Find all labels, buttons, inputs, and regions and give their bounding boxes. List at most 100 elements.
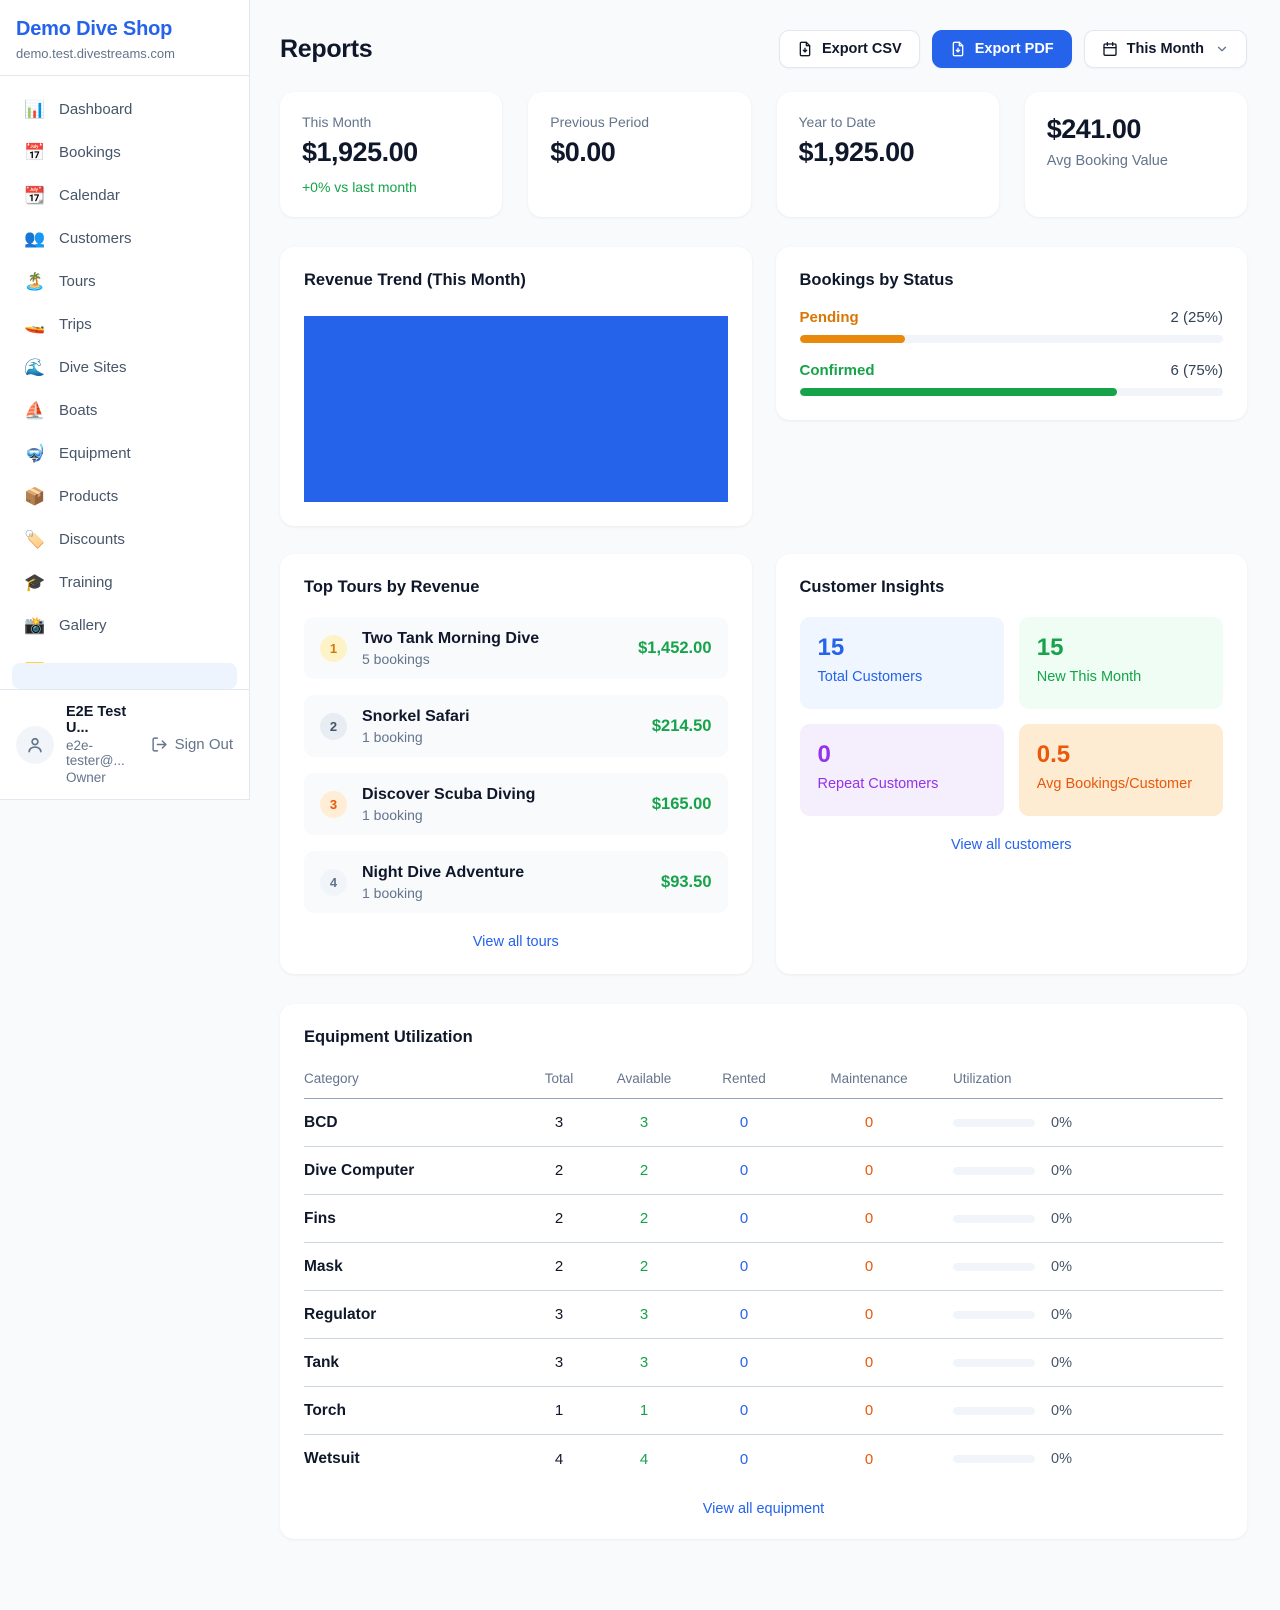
nav-item-icon: 📸 <box>24 616 46 636</box>
insight-tile: 0.5 Avg Bookings/Customer <box>1019 724 1223 816</box>
header-actions: Export CSV Export PDF This Month <box>779 30 1247 68</box>
person-icon <box>25 735 45 755</box>
nav-item-icon: 🌊 <box>24 358 46 378</box>
insight-label: New This Month <box>1037 669 1205 685</box>
sidebar-item[interactable]: 🎓 Training <box>12 561 237 604</box>
tour-list-item[interactable]: 3 Discover Scuba Diving 1 booking $165.0… <box>304 773 728 835</box>
cell-total: 4 <box>519 1451 599 1468</box>
nav-item-icon: 📊 <box>24 100 46 120</box>
period-label: This Month <box>1127 41 1204 57</box>
stats-row: This Month $1,925.00 +0% vs last month P… <box>280 92 1247 217</box>
cell-utilization: 0% <box>939 1163 1223 1179</box>
cell-utilization: 0% <box>939 1115 1223 1131</box>
rank-badge: 1 <box>320 635 347 662</box>
sidebar-header: Demo Dive Shop demo.test.divestreams.com <box>0 0 249 76</box>
status-progress-fill <box>800 388 1118 396</box>
nav-item-label: Dive Sites <box>59 359 127 376</box>
insight-tile: 15 Total Customers <box>800 617 1004 709</box>
nav-item-icon: 📆 <box>24 186 46 206</box>
sidebar-item-reports-active-partial[interactable] <box>12 663 237 689</box>
sidebar-item[interactable]: 📅 Bookings <box>12 131 237 174</box>
equipment-table-header: Category Total Available Rented Maintena… <box>304 1063 1223 1099</box>
view-all-customers-link[interactable]: View all customers <box>800 837 1224 853</box>
view-all-tours-link[interactable]: View all tours <box>304 934 728 950</box>
cell-utilization: 0% <box>939 1259 1223 1275</box>
table-row: Tank 3 3 0 0 0% <box>304 1339 1223 1387</box>
user-email: e2e-tester@... <box>66 738 139 768</box>
tour-revenue: $165.00 <box>652 795 712 814</box>
cell-total: 3 <box>519 1306 599 1323</box>
rank-badge: 3 <box>320 791 347 818</box>
sidebar-item[interactable]: 📊 Dashboard <box>12 88 237 131</box>
cell-total: 2 <box>519 1210 599 1227</box>
calendar-icon <box>1102 41 1118 57</box>
export-csv-button[interactable]: Export CSV <box>779 30 920 68</box>
equipment-utilization-card: Equipment Utilization Category Total Ava… <box>280 1004 1247 1539</box>
table-row: Fins 2 2 0 0 0% <box>304 1195 1223 1243</box>
view-all-equipment-link[interactable]: View all equipment <box>304 1501 1223 1517</box>
cell-rented: 0 <box>689 1306 799 1323</box>
insight-tile: 0 Repeat Customers <box>800 724 1004 816</box>
utilization-bar <box>953 1455 1035 1463</box>
sidebar-item[interactable]: ⛵ Boats <box>12 389 237 432</box>
tour-list-item[interactable]: 2 Snorkel Safari 1 booking $214.50 <box>304 695 728 757</box>
sidebar-item[interactable]: 🤿 Equipment <box>12 432 237 475</box>
export-pdf-button[interactable]: Export PDF <box>932 30 1072 68</box>
nav-item-label: Calendar <box>59 187 120 204</box>
sidebar-item[interactable]: 🚤 Trips <box>12 303 237 346</box>
cell-utilization: 0% <box>939 1403 1223 1419</box>
stat-card-this-month: This Month $1,925.00 +0% vs last month <box>280 92 502 217</box>
sign-out-button[interactable]: Sign Out <box>151 736 233 753</box>
sidebar-item[interactable]: 🌊 Dive Sites <box>12 346 237 389</box>
sidebar-item[interactable]: 📸 Gallery <box>12 604 237 647</box>
tour-revenue: $1,452.00 <box>638 639 711 658</box>
sidebar-item[interactable]: 📆 Calendar <box>12 174 237 217</box>
nav-item-label: Products <box>59 488 118 505</box>
bookings-by-status-title: Bookings by Status <box>800 271 1224 290</box>
charts-row: Revenue Trend (This Month) Bookings by S… <box>280 247 1247 526</box>
nav-item-label: Tours <box>59 273 96 290</box>
equipment-utilization-title: Equipment Utilization <box>304 1028 1223 1047</box>
user-role: Owner <box>66 770 139 785</box>
cell-available: 2 <box>599 1162 689 1179</box>
cell-rented: 0 <box>689 1114 799 1131</box>
tour-list-item[interactable]: 1 Two Tank Morning Dive 5 bookings $1,45… <box>304 617 728 679</box>
stat-value: $0.00 <box>550 137 728 168</box>
tour-list: 1 Two Tank Morning Dive 5 bookings $1,45… <box>304 617 728 913</box>
stat-value: $1,925.00 <box>302 137 480 168</box>
nav-item-icon: 📦 <box>24 487 46 507</box>
col-header-rented: Rented <box>689 1071 799 1086</box>
insight-label: Total Customers <box>818 669 986 685</box>
sidebar-item[interactable]: 🏝️ Tours <box>12 260 237 303</box>
nav-item-icon: 🏷️ <box>24 530 46 550</box>
insight-value: 15 <box>818 634 986 662</box>
insight-grid: 15 Total Customers 15 New This Month 0 R… <box>800 617 1224 816</box>
sidebar-item[interactable]: 🏷️ Discounts <box>12 518 237 561</box>
cell-total: 1 <box>519 1402 599 1419</box>
revenue-trend-chart <box>304 316 728 502</box>
sidebar-item[interactable]: 💳 POS <box>12 647 237 663</box>
rank-badge: 4 <box>320 869 347 896</box>
period-dropdown[interactable]: This Month <box>1084 30 1247 68</box>
nav-item-label: Equipment <box>59 445 131 462</box>
insight-value: 15 <box>1037 634 1205 662</box>
cell-category: BCD <box>304 1114 519 1132</box>
cell-rented: 0 <box>689 1210 799 1227</box>
cell-total: 3 <box>519 1354 599 1371</box>
tour-list-item[interactable]: 4 Night Dive Adventure 1 booking $93.50 <box>304 851 728 913</box>
cell-available: 3 <box>599 1354 689 1371</box>
lists-row: Top Tours by Revenue 1 Two Tank Morning … <box>280 554 1247 974</box>
cell-utilization: 0% <box>939 1211 1223 1227</box>
cell-maintenance: 0 <box>799 1354 939 1371</box>
tour-name: Two Tank Morning Dive <box>362 630 623 648</box>
tour-bookings: 1 booking <box>362 729 637 745</box>
cell-available: 2 <box>599 1258 689 1275</box>
insight-value: 0.5 <box>1037 741 1205 769</box>
sidebar-item[interactable]: 📦 Products <box>12 475 237 518</box>
utilization-bar <box>953 1167 1035 1175</box>
sidebar-item[interactable]: 👥 Customers <box>12 217 237 260</box>
file-download-icon <box>950 41 966 57</box>
nav-item-label: Bookings <box>59 144 121 161</box>
cell-total: 2 <box>519 1258 599 1275</box>
table-row: Mask 2 2 0 0 0% <box>304 1243 1223 1291</box>
